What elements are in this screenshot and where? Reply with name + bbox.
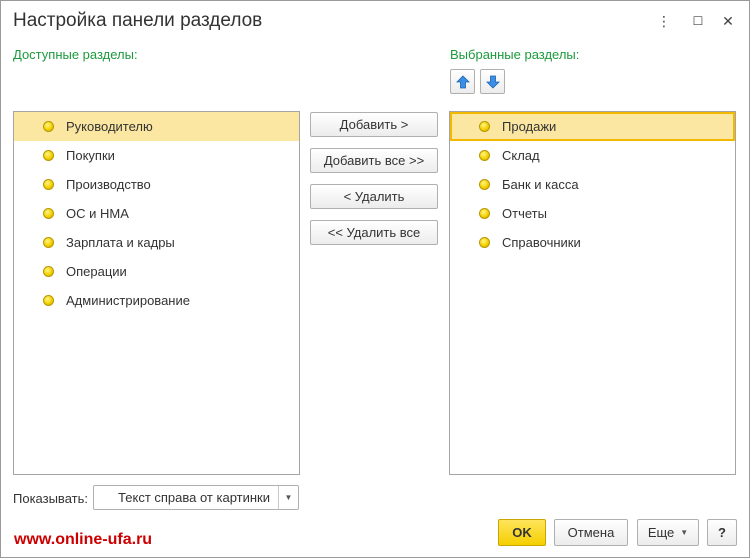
list-item-label: Руководителю [66, 119, 153, 134]
list-item[interactable]: Операции [14, 257, 299, 286]
list-item[interactable]: Покупки [14, 141, 299, 170]
section-dot-icon [43, 150, 54, 161]
section-dot-icon [43, 208, 54, 219]
cancel-button[interactable]: Отмена [554, 519, 628, 546]
section-dot-icon [479, 237, 490, 248]
more-menu-icon[interactable]: ⋮ [653, 10, 675, 32]
settings-dialog: Настройка панели разделов ⋮ ☐ ✕ Доступны… [0, 0, 750, 558]
list-item-label: Покупки [66, 148, 115, 163]
add-all-button[interactable]: Добавить все >> [310, 148, 438, 173]
list-item-label: Зарплата и кадры [66, 235, 175, 250]
remove-all-button[interactable]: << Удалить все [310, 220, 438, 245]
section-dot-icon [43, 121, 54, 132]
display-mode-select[interactable]: Текст справа от картинки ▼ [93, 485, 299, 510]
list-item-label: Отчеты [502, 206, 547, 221]
list-item-label: Администрирование [66, 293, 190, 308]
list-item[interactable]: ОС и НМА [14, 199, 299, 228]
ok-button[interactable]: OK [498, 519, 546, 546]
chevron-down-icon: ▼ [680, 528, 689, 537]
list-item[interactable]: Справочники [450, 228, 735, 257]
more-button[interactable]: Еще ▼ [637, 519, 699, 546]
list-item[interactable]: Продажи [450, 112, 735, 141]
more-button-label: Еще [647, 525, 675, 540]
list-item[interactable]: Склад [450, 141, 735, 170]
dialog-title: Настройка панели разделов [13, 10, 263, 31]
close-icon[interactable]: ✕ [717, 10, 739, 32]
selected-sections-label: Выбранные разделы: [450, 47, 580, 62]
list-item[interactable]: Зарплата и кадры [14, 228, 299, 257]
arrow-up-icon [455, 74, 470, 88]
section-dot-icon [43, 237, 54, 248]
list-item[interactable]: Руководителю [14, 112, 299, 141]
section-dot-icon [479, 179, 490, 190]
maximize-icon[interactable]: ☐ [687, 10, 709, 32]
add-button[interactable]: Добавить > [310, 112, 438, 137]
list-item-label: Банк и касса [502, 177, 579, 192]
arrow-down-icon [485, 75, 500, 89]
list-item[interactable]: Производство [14, 170, 299, 199]
section-dot-icon [43, 295, 54, 306]
display-mode-value: Текст справа от картинки [118, 490, 270, 505]
remove-button[interactable]: < Удалить [310, 184, 438, 209]
list-item[interactable]: Администрирование [14, 286, 299, 315]
move-down-button[interactable] [480, 69, 505, 94]
available-sections-list[interactable]: Руководителю Покупки Производство ОС и Н… [13, 111, 300, 475]
available-sections-label: Доступные разделы: [13, 47, 138, 62]
section-dot-icon [479, 208, 490, 219]
selected-sections-list[interactable]: Продажи Склад Банк и касса Отчеты Справо… [449, 111, 736, 475]
list-item-label: Операции [66, 264, 127, 279]
section-dot-icon [43, 179, 54, 190]
help-button[interactable]: ? [707, 519, 737, 546]
list-item-label: Склад [502, 148, 540, 163]
section-dot-icon [43, 266, 54, 277]
list-item-label: ОС и НМА [66, 206, 129, 221]
chevron-down-icon[interactable]: ▼ [278, 486, 298, 509]
section-dot-icon [479, 150, 490, 161]
list-item-label: Продажи [502, 119, 557, 134]
list-item-label: Производство [66, 177, 151, 192]
display-mode-label: Показывать: [13, 491, 88, 506]
list-item[interactable]: Отчеты [450, 199, 735, 228]
list-item-label: Справочники [502, 235, 581, 250]
move-up-button[interactable] [450, 69, 475, 94]
list-item[interactable]: Банк и касса [450, 170, 735, 199]
section-dot-icon [479, 121, 490, 132]
watermark: www.online-ufa.ru [14, 531, 153, 548]
